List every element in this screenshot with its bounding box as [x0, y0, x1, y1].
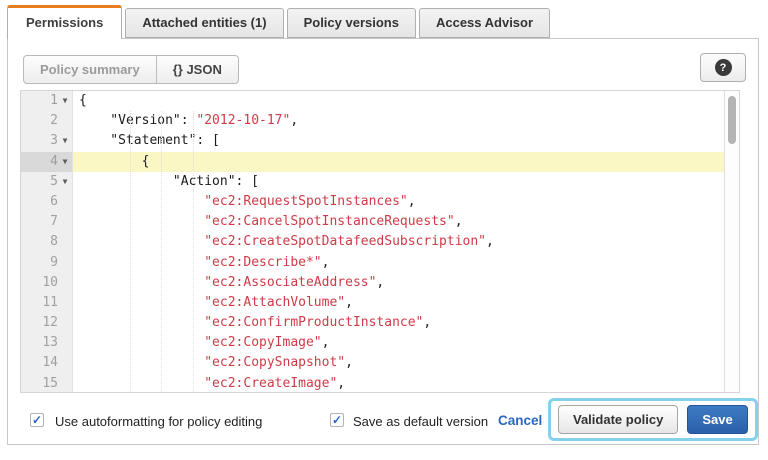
tab-bar: Permissions Attached entities (1) Policy… — [7, 7, 550, 39]
line-number: 6 — [28, 192, 58, 212]
editor-line[interactable]: 2 "Version": "2012-10-17", — [21, 111, 739, 131]
scrollbar-thumb[interactable] — [728, 96, 736, 144]
line-number-gutter[interactable]: 10 — [21, 273, 73, 293]
line-number: 1 — [28, 91, 58, 111]
line-number-gutter[interactable]: 14 — [21, 353, 73, 373]
line-number-gutter[interactable]: 6 — [21, 192, 73, 212]
line-number: 13 — [28, 333, 58, 353]
editor-line[interactable]: 15 "ec2:CreateImage", — [21, 374, 739, 393]
line-number-gutter[interactable]: 12 — [21, 313, 73, 333]
editor-line[interactable]: 14 "ec2:CopySnapshot", — [21, 353, 739, 373]
fold-arrow-icon[interactable]: ▼ — [58, 152, 72, 172]
line-number-gutter[interactable]: 15 — [21, 374, 73, 393]
editor-line[interactable]: 1▼{ — [21, 91, 739, 111]
line-number: 3 — [28, 131, 58, 151]
code-line[interactable]: "ec2:CancelSpotInstanceRequests", — [73, 212, 739, 232]
editor-line[interactable]: 8 "ec2:CreateSpotDatafeedSubscription", — [21, 232, 739, 252]
save-button[interactable]: Save — [687, 405, 747, 434]
button-group-highlight: Validate policy Save — [548, 398, 758, 441]
code-line[interactable]: { — [73, 91, 739, 111]
line-number-gutter[interactable]: 9 — [21, 253, 73, 273]
code-line[interactable]: "ec2:CreateSpotDatafeedSubscription", — [73, 232, 739, 252]
fold-arrow-icon[interactable]: ▼ — [58, 91, 72, 111]
code-line[interactable]: "ec2:CopyImage", — [73, 333, 739, 353]
default-version-label: Save as default version — [353, 414, 488, 429]
line-number: 15 — [28, 374, 58, 393]
json-button[interactable]: {} JSON — [156, 56, 238, 83]
editor-lines: 1▼{2 "Version": "2012-10-17",3▼ "Stateme… — [21, 91, 739, 393]
code-line[interactable]: "ec2:CopySnapshot", — [73, 353, 739, 373]
policy-summary-button[interactable]: Policy summary — [24, 56, 156, 83]
code-line[interactable]: "Version": "2012-10-17", — [73, 111, 739, 131]
tab-policy-versions[interactable]: Policy versions — [287, 8, 416, 38]
fold-arrow-icon[interactable]: ▼ — [58, 172, 72, 192]
editor-line[interactable]: 4▼ { — [21, 152, 739, 172]
line-number-gutter[interactable]: 7 — [21, 212, 73, 232]
line-number-gutter[interactable]: 8 — [21, 232, 73, 252]
code-line[interactable]: "ec2:AttachVolume", — [73, 293, 739, 313]
line-number-gutter[interactable]: 11 — [21, 293, 73, 313]
code-line[interactable]: "ec2:RequestSpotInstances", — [73, 192, 739, 212]
code-line[interactable]: "ec2:CreateImage", — [73, 374, 739, 393]
default-version-checkbox[interactable]: ✓ — [330, 413, 344, 427]
editor-line[interactable]: 11 "ec2:AttachVolume", — [21, 293, 739, 313]
editor-line[interactable]: 7 "ec2:CancelSpotInstanceRequests", — [21, 212, 739, 232]
code-line[interactable]: "Action": [ — [73, 172, 739, 192]
line-number: 5 — [28, 172, 58, 192]
cancel-link[interactable]: Cancel — [498, 413, 542, 428]
code-line[interactable]: "ec2:ConfirmProductInstance", — [73, 313, 739, 333]
editor-scrollbar[interactable] — [724, 91, 739, 392]
line-number: 8 — [28, 232, 58, 252]
editor-line[interactable]: 3▼ "Statement": [ — [21, 131, 739, 151]
tab-permissions[interactable]: Permissions — [7, 5, 122, 39]
fold-arrow-icon[interactable]: ▼ — [58, 131, 72, 151]
view-toggle: Policy summary {} JSON — [23, 55, 239, 84]
editor-line[interactable]: 12 "ec2:ConfirmProductInstance", — [21, 313, 739, 333]
tab-access-advisor[interactable]: Access Advisor — [419, 8, 550, 38]
tab-attached-entities[interactable]: Attached entities (1) — [125, 8, 283, 38]
line-number: 7 — [28, 212, 58, 232]
line-number: 12 — [28, 313, 58, 333]
help-icon: ? — [715, 59, 732, 76]
policy-editor-page: Permissions Attached entities (1) Policy… — [0, 0, 768, 460]
editor-line[interactable]: 10 "ec2:AssociateAddress", — [21, 273, 739, 293]
autoformat-label: Use autoformatting for policy editing — [55, 414, 262, 429]
editor-line[interactable]: 6 "ec2:RequestSpotInstances", — [21, 192, 739, 212]
editor-line[interactable]: 9 "ec2:Describe*", — [21, 253, 739, 273]
line-number: 14 — [28, 353, 58, 373]
line-number: 10 — [28, 273, 58, 293]
line-number-gutter[interactable]: 2 — [21, 111, 73, 131]
line-number: 4 — [28, 152, 58, 172]
line-number: 9 — [28, 253, 58, 273]
line-number-gutter[interactable]: 1▼ — [21, 91, 73, 111]
line-number-gutter[interactable]: 13 — [21, 333, 73, 353]
autoformat-checkbox[interactable]: ✓ — [30, 413, 44, 427]
json-policy-editor[interactable]: 1▼{2 "Version": "2012-10-17",3▼ "Stateme… — [20, 90, 740, 393]
line-number-gutter[interactable]: 5▼ — [21, 172, 73, 192]
help-button[interactable]: ? — [700, 53, 746, 82]
editor-line[interactable]: 13 "ec2:CopyImage", — [21, 333, 739, 353]
validate-policy-button[interactable]: Validate policy — [558, 405, 678, 434]
code-line[interactable]: "ec2:AssociateAddress", — [73, 273, 739, 293]
code-line[interactable]: "ec2:Describe*", — [73, 253, 739, 273]
editor-line[interactable]: 5▼ "Action": [ — [21, 172, 739, 192]
code-line[interactable]: "Statement": [ — [73, 131, 739, 151]
line-number-gutter[interactable]: 3▼ — [21, 131, 73, 151]
line-number-gutter[interactable]: 4▼ — [21, 152, 73, 172]
code-line[interactable]: { — [73, 152, 739, 172]
line-number: 11 — [28, 293, 58, 313]
line-number: 2 — [28, 111, 58, 131]
